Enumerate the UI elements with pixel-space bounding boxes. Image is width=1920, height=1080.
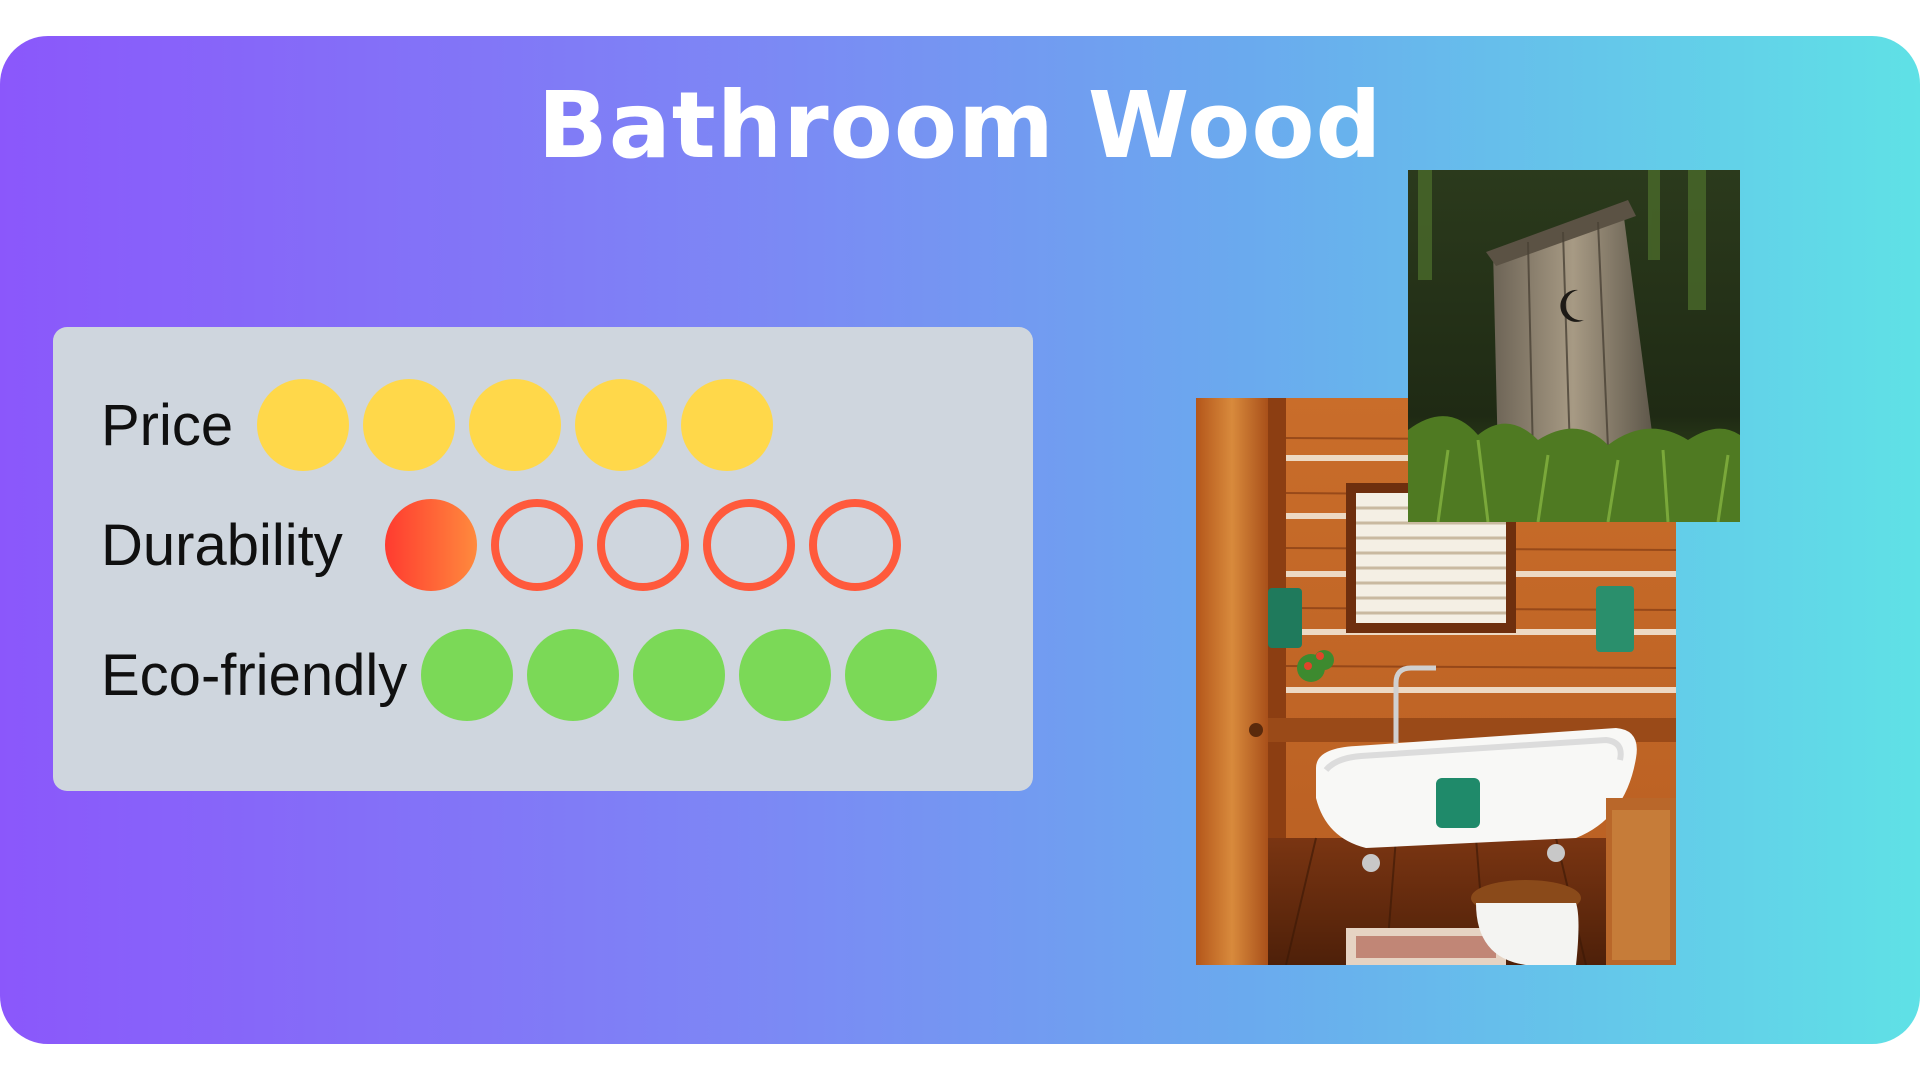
rating-dot-filled <box>384 499 477 591</box>
rating-dots <box>421 629 938 721</box>
slide-title: Bathroom Wood <box>537 72 1383 179</box>
outhouse-photo <box>1408 170 1740 522</box>
rating-dots <box>257 379 774 471</box>
rating-dot-filled <box>845 629 938 721</box>
rating-dot-empty <box>808 499 901 591</box>
rating-dot-empty <box>596 499 689 591</box>
rating-row-durability: Durability <box>101 497 901 593</box>
rating-dots <box>384 499 901 591</box>
rating-dot-filled <box>257 379 350 471</box>
rating-dot-filled <box>421 629 514 721</box>
rating-dot-filled <box>739 629 832 721</box>
rating-dot-filled <box>527 629 620 721</box>
rating-row-eco-friendly: Eco-friendly <box>101 627 938 723</box>
rating-dot-empty <box>490 499 583 591</box>
rating-dot-empty <box>702 499 795 591</box>
rating-label: Price <box>101 392 234 458</box>
rating-row-price: Price <box>101 377 774 473</box>
rating-label: Eco-friendly <box>101 642 408 708</box>
rating-dot-filled <box>575 379 668 471</box>
rating-dot-filled <box>469 379 562 471</box>
rating-label: Durability <box>101 512 343 578</box>
rating-dot-filled <box>363 379 456 471</box>
ratings-panel: Price Durability Eco-friendly <box>53 327 1033 791</box>
rating-dot-filled <box>633 629 726 721</box>
rating-dot-filled <box>681 379 774 471</box>
